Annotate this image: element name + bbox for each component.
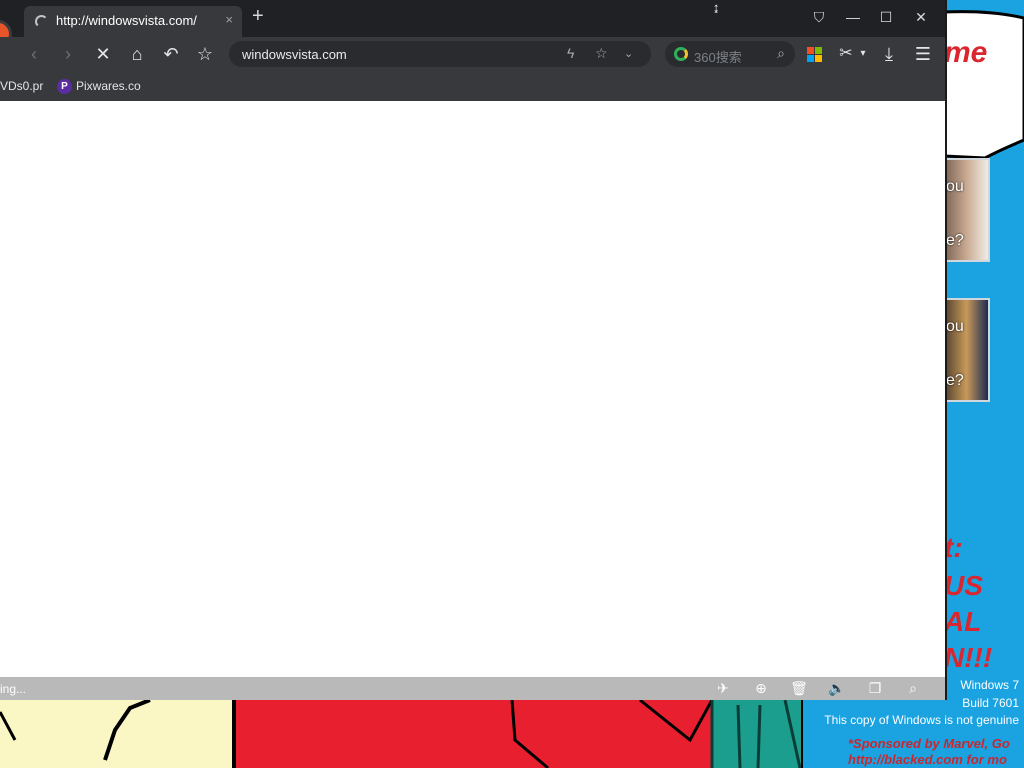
bookmark-item[interactable]: VDs0.pr: [0, 79, 43, 93]
status-text: ing...: [0, 682, 27, 696]
photo-2-caption-1: ou: [946, 318, 964, 335]
trash-icon[interactable]: 🗑: [790, 680, 808, 697]
resize-cursor-icon: ↨: [713, 0, 720, 15]
tab-close-icon[interactable]: ×: [225, 12, 233, 27]
speaker-icon[interactable]: 🔈: [828, 680, 846, 697]
browser-window: http://windowsvista.com/ × + ↨ ⛉ — ☐ ✕ ‹…: [0, 0, 945, 700]
wallpaper-photo-2: ou e?: [938, 298, 990, 402]
address-input[interactable]: windowsvista.com: [242, 47, 347, 62]
navigation-toolbar: ‹ › ✕ ⌂ ↶ ☆ windowsvista.com ϟ ☆ ⌄ 360搜索…: [0, 37, 945, 71]
screenshot-scissor-icon[interactable]: ✂: [834, 42, 858, 66]
minimize-button[interactable]: —: [842, 9, 864, 25]
refresh-circle-icon[interactable]: ⊕: [752, 680, 770, 697]
zoom-search-icon[interactable]: ⌕: [904, 680, 922, 697]
wallpaper-sponsor-line-2: http://blacked.com for mo: [848, 752, 1007, 767]
restore-closed-tab-button[interactable]: ↶: [159, 42, 183, 66]
close-window-button[interactable]: ✕: [910, 9, 932, 26]
pixwares-icon: P: [57, 79, 72, 95]
maximize-button[interactable]: ☐: [875, 9, 897, 26]
title-bar[interactable]: http://windowsvista.com/ × + ↨ ⛉ — ☐ ✕: [0, 0, 945, 48]
address-dropdown-icon[interactable]: ⌄: [624, 47, 633, 60]
rocket-icon[interactable]: ✈: [714, 680, 732, 697]
stop-loading-button[interactable]: ✕: [91, 42, 115, 66]
wallpaper-text-line-1: t:: [944, 532, 963, 563]
windows-watermark-build: Build 7601: [962, 696, 1019, 710]
bookmark-star-icon[interactable]: ☆: [595, 45, 608, 62]
download-icon[interactable]: ⤓: [877, 42, 901, 66]
favorites-button[interactable]: ☆: [193, 42, 217, 66]
screenshot-dropdown-icon[interactable]: ▾: [856, 42, 870, 66]
window-icon[interactable]: ❐: [866, 680, 884, 697]
status-bar: ing... ✈ ⊕ 🗑 🔈 ❐ ⌕: [0, 677, 945, 700]
search-icon[interactable]: ⌕: [777, 45, 785, 62]
back-button[interactable]: ‹: [22, 42, 46, 66]
bookmark-label: VDs0.pr: [0, 79, 44, 93]
wallpaper-text-line-2: US: [944, 570, 983, 601]
home-button[interactable]: ⌂: [125, 42, 149, 66]
wallpaper-sponsor-line-1: *Sponsored by Marvel, Go: [848, 736, 1010, 751]
address-bar[interactable]: windowsvista.com ϟ ☆ ⌄: [229, 41, 651, 67]
wallpaper-text-line-3: AL: [944, 606, 982, 637]
loading-spinner-icon: [35, 15, 48, 28]
app-grid-icon[interactable]: [807, 47, 822, 62]
search-box[interactable]: 360搜索 ⌕: [665, 41, 795, 67]
photo-1-caption-2: e?: [946, 232, 964, 249]
wallpaper-text-top: me: [944, 36, 988, 69]
wallpaper-text-line-4: N!!!: [944, 642, 993, 673]
page-content[interactable]: [0, 101, 945, 677]
forward-button[interactable]: ›: [56, 42, 80, 66]
bookmarks-bar: VDs0.pr P Pixwares.co: [0, 71, 945, 101]
search-placeholder: 360搜索: [694, 50, 742, 65]
bookmark-label: Pixwares.co: [76, 79, 141, 93]
menu-icon[interactable]: ☰: [911, 42, 935, 66]
search-engine-logo-icon: [674, 47, 688, 61]
windows-watermark-version: Windows 7: [960, 678, 1019, 692]
bookmark-item-pixwares[interactable]: P Pixwares.co: [57, 79, 141, 95]
tab-windowsvista[interactable]: http://windowsvista.com/ ×: [24, 6, 242, 37]
photo-1-caption-1: ou: [946, 178, 964, 195]
accelerate-icon[interactable]: ϟ: [567, 45, 574, 61]
windows-watermark-genuine: This copy of Windows is not genuine: [824, 713, 1019, 727]
new-tab-button[interactable]: +: [252, 6, 264, 26]
photo-2-caption-2: e?: [946, 372, 964, 389]
tab-title: http://windowsvista.com/: [56, 13, 197, 28]
skin-shirt-icon[interactable]: ⛉: [808, 9, 830, 26]
wallpaper-photo-1: ou e?: [938, 158, 990, 262]
